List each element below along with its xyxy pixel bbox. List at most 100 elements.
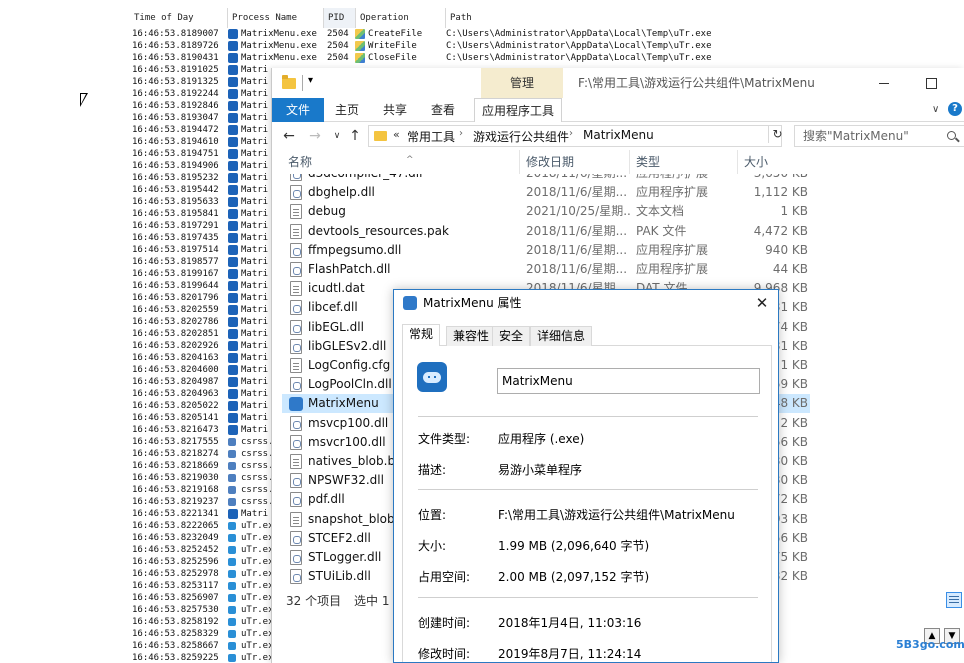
- process-icon: [228, 558, 236, 566]
- application-icon: [289, 397, 303, 412]
- quick-access-separator: [302, 75, 303, 91]
- file-type: PAK 文件: [636, 223, 687, 238]
- event-time: 16:46:53.8195841: [132, 209, 219, 219]
- up-arrow-icon[interactable]: ↑: [346, 127, 364, 145]
- chevron-right-icon[interactable]: ›: [569, 128, 573, 139]
- file-icon: [290, 281, 302, 297]
- column-size[interactable]: 大小: [738, 150, 810, 174]
- dll-file-icon: [290, 569, 302, 585]
- file-row[interactable]: d3dcompiler_47.dll 2018/11/6/星期... 应用程序扩展3…: [282, 174, 810, 183]
- search-input[interactable]: 搜索"MatrixMenu": [794, 125, 964, 147]
- dll-file-icon: [290, 319, 302, 335]
- event-time: 16:46:53.8195232: [132, 173, 219, 183]
- maximize-button[interactable]: [912, 68, 952, 98]
- breadcrumb-item[interactable]: 游戏运行公共组件: [473, 128, 569, 145]
- procmon-event-row[interactable]: 16:46:53.8189007 MatrixMenu.exe 2504 Create…: [0, 28, 964, 40]
- tab-application-tools[interactable]: 应用程序工具: [474, 98, 562, 123]
- col-path[interactable]: Path: [446, 8, 746, 28]
- file-type-label: 文件类型:: [418, 432, 471, 446]
- recent-locations-icon[interactable]: ∨: [328, 127, 346, 145]
- event-process-name: MatrixMenu.exe: [241, 41, 317, 51]
- column-name[interactable]: 名称 ^: [282, 150, 520, 174]
- dll-file-icon: [290, 262, 302, 277]
- event-path: C:\Users\Administrator\AppData\Local\Tem…: [446, 41, 712, 51]
- address-bar[interactable]: « 常用工具 › 游戏运行公共组件 › MatrixMenu ∨: [368, 125, 854, 147]
- event-pid: 2504: [327, 53, 349, 63]
- file-icon: [290, 454, 302, 469]
- process-icon: [228, 41, 238, 51]
- close-icon[interactable]: ✕: [746, 290, 778, 316]
- ribbon-expand-icon[interactable]: ∨: [932, 104, 939, 115]
- folder-icon: [282, 75, 296, 89]
- process-icon: [228, 353, 238, 363]
- tab-view[interactable]: 查看: [420, 98, 466, 122]
- tab-security[interactable]: 安全: [492, 326, 531, 346]
- back-arrow-icon[interactable]: ←: [280, 127, 298, 145]
- size-label: 大小:: [418, 539, 447, 553]
- col-time-of-day[interactable]: Time of Day: [130, 8, 228, 28]
- process-icon: [228, 29, 238, 39]
- event-time: 16:46:53.8218669: [132, 461, 219, 471]
- tab-file[interactable]: 文件: [272, 98, 324, 122]
- process-icon: [228, 401, 238, 411]
- process-icon: [228, 438, 236, 446]
- help-icon[interactable]: ?: [948, 102, 962, 116]
- file-size: 1 KB: [780, 204, 808, 219]
- dll-file-icon: [290, 434, 302, 450]
- col-pid[interactable]: PID: [324, 8, 356, 28]
- tab-manage[interactable]: 管理: [481, 68, 563, 98]
- event-operation: CreateFile: [368, 29, 423, 39]
- event-pid: 2504: [327, 41, 349, 51]
- file-name-field[interactable]: MatrixMenu: [497, 368, 760, 394]
- event-time: 16:46:53.8199644: [132, 281, 219, 291]
- procmon-event-row[interactable]: 16:46:53.8190431 MatrixMenu.exe 2504 CloseF…: [0, 52, 964, 64]
- column-type[interactable]: 类型: [630, 150, 738, 174]
- process-icon: [228, 137, 238, 147]
- tab-share[interactable]: 共享: [372, 98, 418, 122]
- file-row[interactable]: ffmpegsumo.dll 2018/11/6/星期... 应用程序扩展 940 K…: [282, 241, 810, 260]
- refresh-icon[interactable]: ↻: [768, 125, 786, 143]
- col-operation[interactable]: Operation: [356, 8, 446, 28]
- chevron-right-icon[interactable]: ›: [459, 128, 463, 139]
- sort-ascending-icon: ^: [406, 155, 414, 165]
- breadcrumb-overflow-icon[interactable]: «: [393, 128, 400, 141]
- details-view-icon[interactable]: [946, 592, 962, 608]
- quick-access-dropdown-icon[interactable]: ▾: [308, 75, 313, 86]
- process-icon: [228, 498, 236, 506]
- file-type: 应用程序扩展: [636, 185, 709, 200]
- event-time: 16:46:53.8221341: [132, 509, 219, 519]
- process-icon: [228, 101, 238, 111]
- dll-file-icon: [290, 415, 302, 431]
- address-bar-row: ← → ∨ ↑ « 常用工具 › 游戏运行公共组件 › MatrixMenu ∨…: [272, 122, 964, 150]
- tab-home[interactable]: 主页: [324, 98, 370, 122]
- tab-compatibility[interactable]: 兼容性: [446, 326, 497, 346]
- explorer-title-bar: ▾ 管理 F:\常用工具\游戏运行公共组件\MatrixMenu: [272, 68, 964, 98]
- breadcrumb-item[interactable]: MatrixMenu: [583, 128, 654, 142]
- event-operation: CloseFile: [368, 53, 417, 63]
- dialog-tabs: 常规 兼容性 安全 详细信息: [402, 324, 772, 347]
- col-process-name[interactable]: Process Name: [228, 8, 324, 28]
- file-row[interactable]: FlashPatch.dll 2018/11/6/星期... 应用程序扩展 44 KB: [282, 260, 810, 279]
- file-type: 应用程序扩展: [636, 242, 709, 257]
- file-row[interactable]: debug 2021/10/25/星期... 文本文档 1 KB: [282, 202, 810, 221]
- file-type: 文本文档: [636, 204, 685, 219]
- properties-dialog: MatrixMenu 属性 ✕ 常规 兼容性 安全 详细信息 MatrixMen…: [393, 289, 779, 663]
- process-icon: [228, 293, 238, 303]
- event-time: 16:46:53.8204987: [132, 377, 219, 387]
- dll-file-icon: [290, 338, 302, 354]
- event-time: 16:46:53.8217555: [132, 437, 219, 447]
- forward-arrow-icon[interactable]: →: [306, 127, 324, 145]
- dll-file-icon: [290, 377, 302, 393]
- tab-general[interactable]: 常规: [402, 324, 441, 347]
- file-row[interactable]: devtools_resources.pak 2018/11/6/星期... PAK…: [282, 222, 810, 241]
- procmon-event-row[interactable]: 16:46:53.8189726 MatrixMenu.exe 2504 WriteF…: [0, 40, 964, 52]
- breadcrumb-item[interactable]: 常用工具: [407, 128, 455, 145]
- tab-details[interactable]: 详细信息: [530, 326, 593, 346]
- process-icon: [228, 149, 238, 159]
- minimize-button[interactable]: [864, 68, 904, 98]
- dialog-title-bar: MatrixMenu 属性 ✕: [394, 290, 778, 316]
- mouse-cursor-icon: [80, 93, 88, 107]
- process-icon: [228, 474, 236, 482]
- file-row[interactable]: dbghelp.dll 2018/11/6/星期... 应用程序扩展 1,112 KB: [282, 183, 810, 202]
- column-date-modified[interactable]: 修改日期: [520, 150, 630, 174]
